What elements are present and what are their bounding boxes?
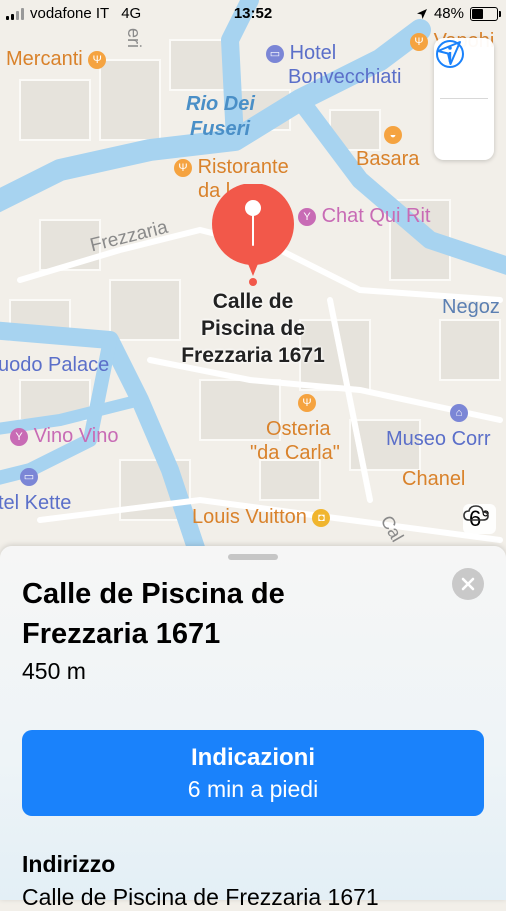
basara-icon: ◒ bbox=[384, 126, 402, 145]
location-arrow-icon bbox=[437, 41, 461, 65]
map-controls bbox=[434, 38, 494, 160]
poi-ristorante[interactable]: Ψ Ristorante bbox=[174, 156, 289, 179]
place-card[interactable]: Calle de Piscina de Frezzaria 1671 450 m… bbox=[0, 546, 506, 910]
restaurant-icon: Ψ bbox=[174, 158, 192, 177]
pushpin-icon bbox=[245, 200, 261, 246]
battery-percent: 48% bbox=[433, 5, 464, 22]
canal-label-fuseri: Fuseri bbox=[190, 118, 251, 140]
directions-label: Indicazioni bbox=[190, 744, 315, 771]
poi-vino-vino[interactable]: Y Vino Vino bbox=[10, 425, 118, 448]
poi-hotel[interactable]: ▭ Hotel bbox=[266, 42, 336, 65]
battery-icon bbox=[470, 6, 501, 21]
place-title: Calle de Piscina de Frezzaria 1671 bbox=[22, 578, 285, 650]
poi-chat-qui-rit[interactable]: Y Chat Qui Rit bbox=[298, 205, 431, 228]
museum-icon: ⌂ bbox=[450, 404, 468, 422]
poi-chanel[interactable]: Chanel bbox=[402, 468, 465, 491]
hotel-kette-icon: ▭ bbox=[20, 468, 38, 486]
address-text[interactable]: Calle de Piscina de Frezzaria 1671 bbox=[22, 884, 379, 911]
poi-osteria[interactable]: Osteria bbox=[266, 418, 330, 441]
distance-label: 450 m bbox=[22, 658, 86, 684]
close-button[interactable] bbox=[452, 568, 484, 600]
close-icon bbox=[461, 577, 475, 591]
map-view[interactable]: Mercanti Ψ eri ▭ Hotel Bonvecchiati Ψ Va… bbox=[0, 0, 506, 560]
poi-da-carla: "da Carla" bbox=[250, 442, 340, 464]
poi-basara[interactable]: Basara bbox=[356, 148, 419, 171]
canal-label-rio-dei: Rio Dei bbox=[186, 93, 255, 115]
bed-icon: ▭ bbox=[266, 44, 284, 63]
directions-eta: 6 min a piedi bbox=[187, 776, 319, 802]
bar-icon: Y bbox=[10, 427, 28, 446]
poi-museo-corr[interactable]: Museo Corr bbox=[386, 428, 490, 451]
shopping-bag-icon: ◘ bbox=[312, 508, 331, 527]
cloud-icon bbox=[463, 505, 489, 521]
poi-kette[interactable]: tel Kette bbox=[0, 492, 71, 515]
status-bar: vodafone IT 4G 13:52 48% bbox=[0, 0, 506, 28]
location-arrow-icon bbox=[416, 8, 427, 19]
osteria-icon: Ψ bbox=[298, 394, 316, 412]
restaurant-icon: Ψ bbox=[410, 32, 428, 51]
poi-bonvecchiati[interactable]: Bonvecchiati bbox=[288, 66, 401, 89]
poi-mercanti[interactable]: Mercanti Ψ bbox=[6, 48, 107, 71]
weather-badge: 6° bbox=[462, 504, 496, 534]
address-heading: Indirizzo bbox=[22, 851, 116, 877]
street-label-eri: eri bbox=[124, 28, 144, 49]
restaurant-icon: Ψ bbox=[88, 50, 107, 69]
locate-me-button[interactable] bbox=[434, 41, 494, 159]
directions-button[interactable]: Indicazioni 6 min a piedi bbox=[22, 730, 484, 816]
bar-icon: Y bbox=[298, 207, 316, 226]
pin-title: Calle de Piscina de Frezzaria 1671 bbox=[181, 290, 325, 367]
sheet-grabber[interactable] bbox=[228, 554, 278, 560]
poi-louis-vuitton[interactable]: Louis Vuitton ◘ bbox=[192, 506, 331, 529]
